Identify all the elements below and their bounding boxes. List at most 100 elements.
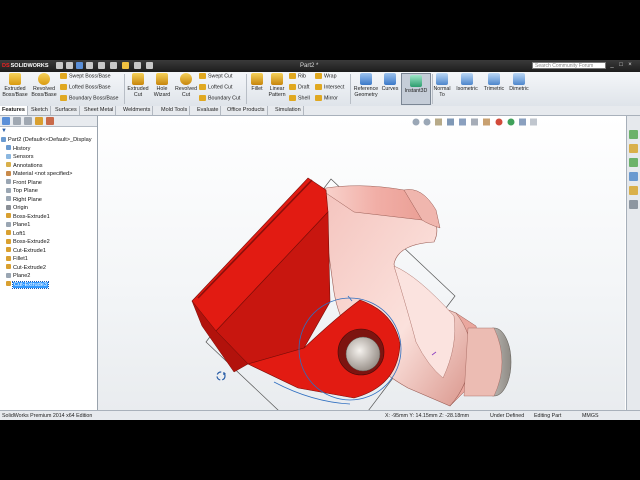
wrap-button[interactable]: Wrap <box>315 73 337 80</box>
status-units[interactable]: MMGS <box>582 411 598 420</box>
revolved-boss-button[interactable]: Revolved Boss/Base <box>30 73 58 98</box>
boundary-cut-button[interactable]: Boundary Cut <box>199 95 240 102</box>
minimize-button[interactable]: _ <box>609 62 615 69</box>
tree-item-cut-extrude1[interactable]: Cut-Extrude1 <box>6 247 46 255</box>
appearances-icon[interactable] <box>629 186 638 195</box>
tree-item-material-not-specified[interactable]: Material <not specified> <box>6 170 72 178</box>
feature-tree-tab-icon[interactable] <box>2 117 10 125</box>
swept-cut-button[interactable]: Swept Cut <box>199 73 232 80</box>
tree-item-origin[interactable]: Origin <box>6 204 28 212</box>
reference-geometry-button[interactable]: Reference Geometry <box>352 73 380 98</box>
tree-item-top-plane[interactable]: Top Plane <box>6 187 38 195</box>
instant3d-button[interactable]: Instant3D <box>401 73 431 105</box>
undo-icon[interactable] <box>98 62 105 69</box>
custom-properties-icon[interactable] <box>629 200 638 209</box>
tab-weldments[interactable]: Weldments <box>121 106 154 115</box>
configuration-manager-tab-icon[interactable] <box>24 117 32 125</box>
isometric-button[interactable]: Isometric <box>454 73 480 92</box>
zoom-to-fit-icon[interactable] <box>412 118 420 126</box>
model-viewport[interactable] <box>98 116 625 420</box>
dimxpert-tab-icon[interactable] <box>35 117 43 125</box>
feature-icon <box>6 255 11 261</box>
dimetric-button[interactable]: Dimetric <box>507 73 531 92</box>
tab-surfaces[interactable]: Surfaces <box>53 106 80 115</box>
tab-simulation[interactable]: Simulation <box>273 106 304 115</box>
apply-scene-icon[interactable] <box>507 118 515 126</box>
design-library-icon[interactable] <box>629 144 638 153</box>
trimetric-button[interactable]: Trimetric <box>481 73 507 92</box>
tab-mold-tools[interactable]: Mold Tools <box>159 106 191 115</box>
intersect-button[interactable]: Intersect <box>315 84 344 91</box>
save-icon[interactable] <box>76 62 83 69</box>
display-style-icon[interactable] <box>471 118 478 126</box>
new-icon[interactable] <box>56 62 63 69</box>
options-icon[interactable] <box>146 62 153 69</box>
tree-item-boss-extrude1[interactable]: Boss-Extrude1 <box>6 213 50 221</box>
swept-boss-button[interactable]: Swept Boss/Base <box>60 73 111 80</box>
tree-item-label: Cut-Extrude1 <box>13 247 46 254</box>
view-orientation-icon[interactable] <box>459 118 466 126</box>
tree-item-history[interactable]: History <box>6 145 30 153</box>
tree-item-plane2[interactable]: Plane2 <box>6 272 30 280</box>
print-icon[interactable] <box>86 62 93 69</box>
part-body[interactable] <box>191 177 512 407</box>
rebuild-icon[interactable] <box>122 62 129 69</box>
select-icon[interactable] <box>110 62 117 69</box>
restore-button[interactable]: □ <box>618 62 624 69</box>
hide-show-items-icon[interactable] <box>483 118 490 126</box>
normal-to-button[interactable]: Normal To <box>431 73 453 98</box>
shell-button[interactable]: Shell <box>289 95 310 102</box>
previous-view-icon[interactable] <box>435 118 442 126</box>
graphics-area[interactable] <box>98 116 625 420</box>
tree-item-cut-extrude2[interactable]: Cut-Extrude2 <box>6 264 46 272</box>
tab-office-products[interactable]: Office Products <box>225 106 268 115</box>
hole-wizard-button[interactable]: Hole Wizard <box>151 73 173 98</box>
mirror-button[interactable]: Mirror <box>315 95 338 102</box>
display-manager-tab-icon[interactable] <box>46 117 54 125</box>
tree-item-fillet1[interactable]: Fillet1 <box>6 255 28 263</box>
open-icon[interactable] <box>66 62 73 69</box>
tree-item-loft1[interactable]: Loft1 <box>6 230 25 238</box>
linear-pattern-button[interactable]: Linear Pattern <box>266 73 288 98</box>
tree-item-label: Right Plane <box>13 196 42 203</box>
section-view-icon[interactable] <box>447 118 454 126</box>
tree-item-annotations[interactable]: Annotations <box>6 162 43 170</box>
feature-icon <box>6 238 11 244</box>
fillet-button[interactable]: Fillet <box>248 73 266 92</box>
search-input[interactable]: Search Community Forum <box>532 62 606 69</box>
filter-icon[interactable]: ▼ <box>1 128 7 134</box>
tab-sheet-metal[interactable]: Sheet Metal <box>82 106 117 115</box>
view-settings-icon[interactable] <box>519 118 526 126</box>
tab-features[interactable]: Features <box>0 106 28 115</box>
tree-item-plane1[interactable]: Plane1 <box>6 221 30 229</box>
boundary-boss-button[interactable]: Boundary Boss/Base <box>60 95 118 102</box>
solidworks-logo[interactable]: DSSOLIDWORKS <box>2 62 49 70</box>
tree-root-part[interactable]: Part2 (Default<<Default>_Display <box>1 136 92 144</box>
lofted-boss-button[interactable]: Lofted Boss/Base <box>60 84 111 91</box>
tree-item-right-plane[interactable]: Right Plane <box>6 196 42 204</box>
tab-sketch[interactable]: Sketch <box>29 106 51 115</box>
tab-evaluate[interactable]: Evaluate <box>195 106 222 115</box>
revolved-cut-button[interactable]: Revolved Cut <box>174 73 198 98</box>
solidworks-resources-icon[interactable] <box>629 130 638 139</box>
viewport-icon[interactable] <box>530 118 537 126</box>
edit-appearance-icon[interactable] <box>495 118 503 126</box>
curves-button[interactable]: Curves <box>380 73 400 92</box>
zoom-to-area-icon[interactable] <box>423 118 431 126</box>
tree-item-front-plane[interactable]: Front Plane <box>6 179 42 187</box>
tree-item-label: Annotations <box>13 162 43 169</box>
bore-inner <box>345 336 381 372</box>
tree-item-cut-extrude3[interactable]: Cut-Extrude3 <box>6 280 49 289</box>
lofted-cut-button[interactable]: Lofted Cut <box>199 84 232 91</box>
file-explorer-icon[interactable] <box>629 158 638 167</box>
property-manager-tab-icon[interactable] <box>13 117 21 125</box>
extruded-cut-button[interactable]: Extruded Cut <box>126 73 150 98</box>
draft-button[interactable]: Draft <box>289 84 309 91</box>
close-button[interactable]: × <box>627 62 633 69</box>
file-properties-icon[interactable] <box>134 62 141 69</box>
tree-item-boss-extrude2[interactable]: Boss-Extrude2 <box>6 238 50 246</box>
rib-button[interactable]: Rib <box>289 73 306 80</box>
extruded-boss-button[interactable]: Extruded Boss/Base <box>2 73 28 98</box>
view-palette-icon[interactable] <box>629 172 638 181</box>
tree-item-sensors[interactable]: Sensors <box>6 153 34 161</box>
